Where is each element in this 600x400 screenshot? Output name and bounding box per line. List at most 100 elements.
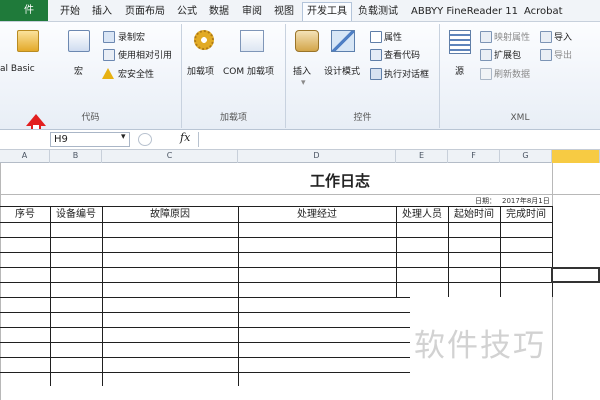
watermark: 软件技巧 — [414, 328, 546, 364]
column-header-b[interactable]: B — [50, 150, 102, 163]
xml-source-icon — [449, 30, 471, 54]
table-line — [102, 206, 103, 386]
date-value: 2017年8月1日 — [502, 197, 550, 205]
xml-group: 源 映射属性 扩展包 刷新数据 导入 导出 XML — [440, 24, 600, 128]
column-header-f[interactable]: F — [448, 150, 500, 163]
code-group-label: 代码 — [81, 113, 100, 123]
table-header-start-time: 起始时间 — [454, 209, 494, 220]
selected-cell-outline[interactable] — [551, 267, 600, 283]
macros-button[interactable]: 宏 — [74, 64, 83, 77]
design-mode-icon — [331, 30, 355, 52]
expansion-packs-button[interactable]: 扩展包 — [494, 48, 521, 61]
insert-dropdown-icon[interactable]: ▾ — [301, 78, 306, 88]
addins-group: 加载项 COM 加载项 加载项 — [182, 24, 286, 128]
column-header-a[interactable]: A — [0, 150, 50, 163]
date-label: 日期： — [475, 197, 496, 205]
tab-abbyy-finereader[interactable]: ABBYY FineReader 11 — [407, 4, 522, 21]
table-line — [0, 327, 410, 328]
refresh-data-button[interactable]: 刷新数据 — [494, 67, 530, 80]
macro-security-button[interactable]: 宏安全性 — [118, 67, 154, 80]
table-header-finish-time: 完成时间 — [506, 209, 546, 220]
tab-data[interactable]: 数据 — [205, 4, 233, 21]
table-line — [238, 206, 239, 386]
table-line — [0, 267, 552, 268]
column-header-h-selected[interactable] — [552, 150, 600, 163]
table-line — [0, 312, 410, 313]
formula-bar: H9 ▾ fx — [0, 130, 600, 150]
table-line — [0, 282, 552, 283]
import-button[interactable]: 导入 — [554, 30, 572, 43]
run-dialog-icon — [370, 68, 382, 80]
table-line — [0, 372, 410, 373]
table-header-device-number: 设备编号 — [56, 209, 96, 220]
sheet-title: 工作日志 — [309, 172, 370, 190]
code-group: al Basic 宏 录制宏 使用相对引用 宏安全性 代码 — [0, 24, 182, 129]
record-macro-button[interactable]: 录制宏 — [118, 30, 145, 43]
tab-acrobat[interactable]: Acrobat — [520, 4, 567, 21]
visual-basic-icon — [17, 30, 39, 52]
design-mode-button[interactable]: 设计模式 — [324, 64, 360, 77]
map-properties-button[interactable]: 映射属性 — [494, 30, 530, 43]
file-tab[interactable]: 件 — [0, 0, 48, 21]
table-line — [0, 357, 410, 358]
macros-icon — [68, 30, 90, 52]
ribbon: al Basic 宏 录制宏 使用相对引用 宏安全性 代码 加载项 COM 加载… — [0, 22, 600, 130]
warning-icon — [102, 68, 114, 79]
table-header-handler: 处理人员 — [402, 209, 442, 220]
map-properties-icon — [480, 31, 492, 43]
addins-group-label: 加载项 — [219, 113, 247, 123]
controls-group: 插入 ▾ 设计模式 属性 查看代码 执行对话框 控件 — [286, 24, 440, 128]
visual-basic-button[interactable]: al Basic — [0, 64, 35, 74]
view-code-icon — [370, 49, 382, 61]
column-header-g[interactable]: G — [500, 150, 552, 163]
tab-developer[interactable]: 开发工具 — [302, 2, 352, 21]
grid-line — [0, 194, 600, 195]
ribbon-tab-bar: 件 开始 插入 页面布局 公式 数据 审阅 视图 开发工具 负载测试 ABBYY… — [0, 0, 600, 22]
controls-group-label: 控件 — [353, 113, 372, 123]
export-icon — [540, 49, 552, 61]
worksheet[interactable]: 工作日志 日期： 2017年8月1日 序号 设备编号 故障原因 处理经过 处理人… — [0, 163, 600, 400]
table-line — [0, 297, 410, 298]
addins-button[interactable]: 加载项 — [187, 64, 214, 77]
properties-icon — [370, 31, 382, 43]
expansion-packs-icon — [480, 49, 492, 61]
record-macro-icon — [103, 31, 115, 43]
properties-button[interactable]: 属性 — [384, 30, 402, 43]
xml-group-label: XML — [510, 113, 530, 123]
tab-insert[interactable]: 插入 — [88, 4, 116, 21]
relative-reference-icon — [103, 49, 115, 61]
formula-input[interactable] — [198, 132, 600, 147]
tab-formulas[interactable]: 公式 — [173, 4, 201, 21]
table-line — [0, 342, 410, 343]
name-box[interactable]: H9 — [50, 132, 130, 147]
tab-load-test[interactable]: 负载测试 — [354, 4, 402, 21]
tab-review[interactable]: 审阅 — [238, 4, 266, 21]
column-header-c[interactable]: C — [102, 150, 238, 163]
name-box-dropdown-icon[interactable]: ▾ — [121, 132, 126, 142]
insert-function-button[interactable]: fx — [180, 131, 190, 144]
insert-controls-icon — [295, 30, 319, 52]
xml-source-button[interactable]: 源 — [455, 64, 464, 77]
table-line — [0, 252, 552, 253]
table-line — [50, 206, 51, 386]
column-header-d[interactable]: D — [238, 150, 396, 163]
export-button[interactable]: 导出 — [554, 48, 572, 61]
use-relative-reference-button[interactable]: 使用相对引用 — [118, 48, 172, 61]
insert-controls-button[interactable]: 插入 — [293, 64, 311, 77]
view-code-button[interactable]: 查看代码 — [384, 48, 420, 61]
tab-home[interactable]: 开始 — [56, 4, 84, 21]
import-icon — [540, 31, 552, 43]
com-addins-button[interactable]: COM 加载项 — [223, 64, 274, 77]
tab-page-layout[interactable]: 页面布局 — [121, 4, 169, 21]
com-addins-icon — [240, 30, 264, 52]
run-dialog-button[interactable]: 执行对话框 — [384, 67, 429, 80]
tab-view[interactable]: 视图 — [270, 4, 298, 21]
addins-gear-icon — [194, 30, 214, 50]
column-header-e[interactable]: E — [396, 150, 448, 163]
table-header-serial: 序号 — [15, 209, 35, 220]
column-header-bar: A B C D E F G — [0, 150, 600, 163]
table-header-handling-process: 处理经过 — [297, 209, 337, 220]
table-line — [552, 206, 553, 297]
table-line — [0, 237, 552, 238]
cancel-icon[interactable] — [138, 133, 152, 146]
